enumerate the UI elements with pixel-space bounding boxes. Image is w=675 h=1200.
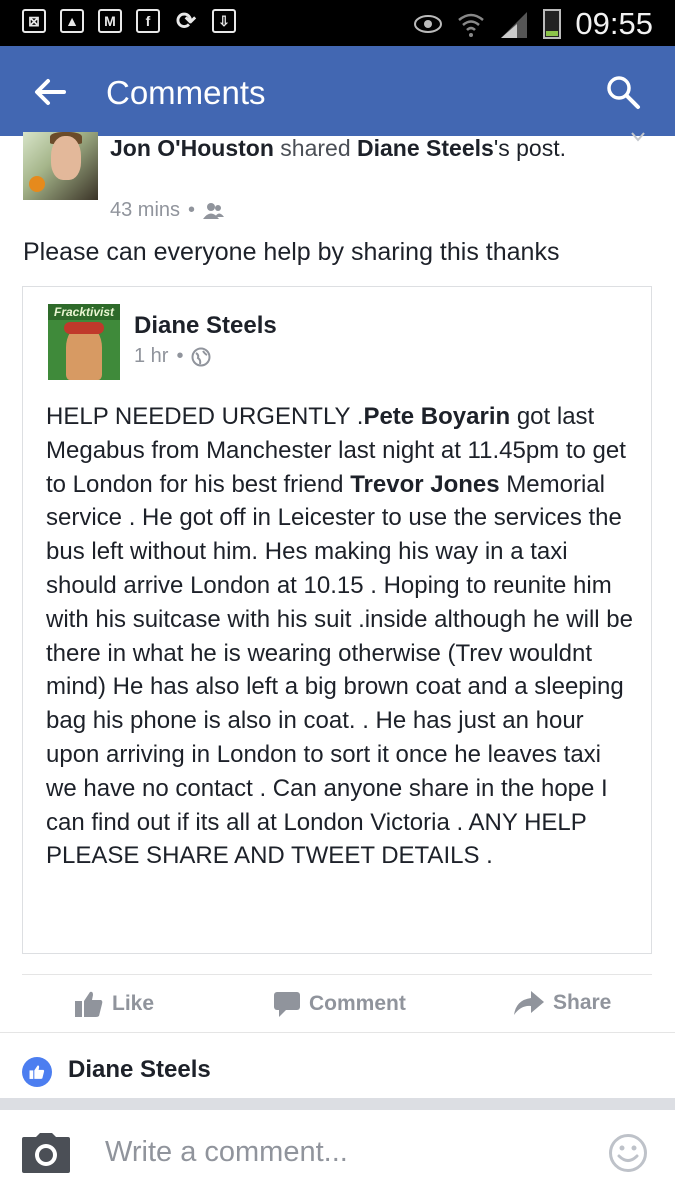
share-arrow-icon: [514, 991, 544, 1015]
liker-name[interactable]: Diane Steels: [68, 1056, 211, 1084]
like-button[interactable]: Like: [74, 990, 154, 1018]
wifi-icon: [458, 13, 485, 37]
avatar-figure: [66, 326, 102, 380]
share-button[interactable]: Share: [513, 990, 611, 1016]
original-author-link[interactable]: Diane Steels: [357, 135, 494, 161]
share-label: Share: [553, 991, 612, 1014]
avatar-flower: [29, 176, 45, 192]
meta-separator: •: [188, 199, 196, 221]
status-bar: ⊠ ▲ M f ⟳ ⇩ 09:55: [0, 0, 675, 46]
eye-icon: [414, 15, 443, 33]
body-text: HELP NEEDED URGENTLY .: [46, 403, 364, 430]
thumbs-up-icon: [75, 991, 103, 1017]
gallery-icon: ▲: [60, 9, 84, 33]
gmail-icon: M: [98, 9, 122, 33]
mention-pete[interactable]: Pete Boyarin: [363, 403, 510, 430]
original-post-time[interactable]: 1 hr: [134, 345, 168, 368]
globe-icon: [191, 347, 211, 366]
camera-icon[interactable]: [22, 1133, 70, 1173]
share-headline: Jon O'Houston shared Diane Steels's post…: [110, 131, 630, 165]
arrow-left-icon[interactable]: [30, 72, 70, 112]
comment-label: Comment: [309, 992, 406, 1015]
avatar-scarf: [64, 322, 104, 334]
like-label: Like: [112, 992, 155, 1015]
original-post-meta: 1 hr •: [134, 345, 211, 368]
divider: [0, 1032, 675, 1033]
facebook-icon: f: [136, 9, 160, 33]
avatar-face: [51, 136, 81, 180]
mention-trevor[interactable]: Trevor Jones: [350, 471, 499, 498]
comment-button[interactable]: Comment: [273, 990, 406, 1018]
possessive: 's: [493, 135, 510, 161]
section-separator: [0, 1098, 675, 1110]
like-badge-icon: [22, 1057, 52, 1087]
comment-composer: [0, 1110, 675, 1200]
post-message: Please can everyone help by sharing this…: [23, 238, 560, 266]
author-name[interactable]: Jon O'Houston: [110, 135, 274, 161]
system-icons: 09:55: [413, 6, 653, 42]
sync-icon: ⟳: [175, 7, 197, 35]
avatar-jon[interactable]: [23, 132, 98, 200]
post-time[interactable]: 43 mins: [110, 199, 180, 222]
share-verb: shared: [280, 135, 351, 161]
screenshot-icon: ⊠: [22, 9, 46, 33]
body-text: Memorial service . He got off in Leicest…: [46, 470, 633, 870]
original-post-body: HELP NEEDED URGENTLY .Pete Boyarin got l…: [46, 400, 636, 873]
chevron-down-icon[interactable]: [631, 132, 645, 142]
comment-icon: [274, 992, 300, 1017]
shared-post-card[interactable]: Fracktivist Diane Steels 1 hr • HELP NEE…: [22, 286, 652, 954]
thumbs-up-icon: [29, 1065, 45, 1079]
divider: [22, 974, 652, 975]
battery-icon: [543, 9, 562, 39]
meta-separator: •: [176, 345, 184, 367]
post-meta: 43 mins •: [110, 199, 225, 222]
action-bar: Like Comment Share: [0, 980, 675, 1030]
smiley-icon[interactable]: [608, 1133, 648, 1173]
avatar-diane[interactable]: Fracktivist: [48, 304, 120, 380]
search-icon[interactable]: [605, 74, 641, 110]
comment-input[interactable]: [105, 1136, 585, 1169]
page-title: Comments: [106, 74, 266, 111]
clock: 09:55: [575, 6, 653, 41]
post-link[interactable]: post.: [516, 135, 566, 161]
app-bar: Comments: [0, 46, 675, 136]
notification-icons: ⊠ ▲ M f ⟳ ⇩: [22, 7, 236, 35]
original-author-name[interactable]: Diane Steels: [134, 312, 277, 340]
avatar-tag: Fracktivist: [48, 304, 120, 320]
friends-icon: [203, 202, 225, 219]
signal-icon: [501, 12, 528, 38]
download-icon: ⇩: [212, 9, 236, 33]
